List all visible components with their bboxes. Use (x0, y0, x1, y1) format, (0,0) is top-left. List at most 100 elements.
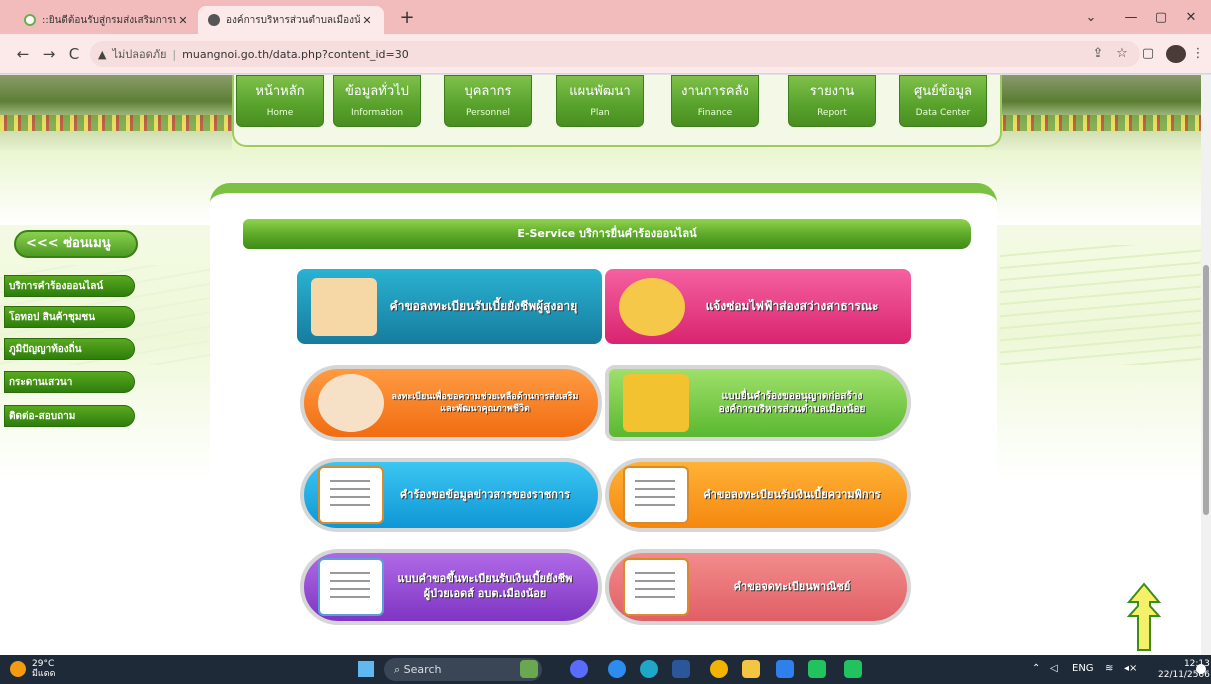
menu-label-th: รายงาน (809, 84, 855, 99)
garden-image-right (985, 75, 1211, 150)
side-panel-icon[interactable]: ▢ (1138, 44, 1158, 64)
divider: | (172, 47, 177, 61)
notification-icon[interactable] (1196, 664, 1206, 674)
service-elderly-allowance[interactable]: คำขอลงทะเบียนรับเบี้ยยังชีพผู้สูงอายุ (297, 269, 602, 344)
browser-tab-2[interactable]: องค์การบริหารส่วนตำบลเมืองน้อย อำเ ✕ (198, 6, 384, 34)
service-label: คำขอลงทะเบียนรับเบี้ยยังชีพผู้สูงอายุ (389, 299, 578, 314)
profile-avatar[interactable] (1166, 45, 1186, 63)
share-icon[interactable]: ⇪ (1088, 44, 1108, 64)
service-street-light-repair[interactable]: แจ้งซ่อมไฟฟ้าส่องสว่างสาธารณะ (605, 269, 911, 344)
scrollbar-thumb[interactable] (1203, 265, 1209, 515)
menu-information[interactable]: ข้อมูลทั่วไป Information (333, 75, 421, 127)
chrome-browser-icon[interactable] (710, 660, 728, 678)
store-app-icon[interactable] (776, 660, 794, 678)
service-disability-allowance[interactable]: คำขอลงทะเบียนรับเงินเบี้ยความพิการ (605, 458, 911, 532)
garden-image-left (0, 75, 232, 150)
sun-icon[interactable] (10, 661, 26, 677)
tab-search-button[interactable]: ⌄ (1071, 6, 1111, 30)
construction-icon (623, 374, 689, 432)
menu-label-en: Information (350, 108, 404, 118)
close-icon[interactable]: ✕ (360, 14, 374, 27)
camera-app-icon[interactable] (570, 660, 588, 678)
service-label: คำขอจดทะเบียนพาณิชย์ (733, 579, 851, 593)
pen-icon[interactable]: ◁ (1050, 663, 1058, 674)
menu-report[interactable]: รายงาน Report (788, 75, 876, 127)
weather-widget[interactable]: 29°C มีแดด (32, 659, 55, 679)
widgets-icon[interactable] (520, 660, 538, 678)
windows-start-icon[interactable] (358, 661, 374, 677)
back-button[interactable]: ← (12, 43, 34, 65)
service-label: แบบคำขอขึ้นทะเบียนรับเงินเบี้ยยังชีพ ผู้… (397, 572, 573, 600)
menu-plan[interactable]: แผนพัฒนา Plan (556, 75, 644, 127)
file-explorer-icon[interactable] (742, 660, 760, 678)
tab-title: ::ยินดีต้อนรับสู่กรมส่งเสริมการปกครอ (42, 14, 176, 26)
menu-kebab-icon[interactable]: ⋮ (1188, 44, 1208, 64)
decorative-stripes (1000, 245, 1211, 365)
new-tab-button[interactable]: + (396, 8, 418, 30)
service-aids-patient-allowance[interactable]: แบบคำขอขึ้นทะเบียนรับเงินเบี้ยยังชีพ ผู้… (300, 549, 602, 625)
sidebar-item-local-wisdom[interactable]: ภูมิปัญญาท้องถิ่น (4, 338, 135, 360)
menu-label-en: Personnel (466, 108, 510, 118)
browser-tab-bar: ::ยินดีต้อนรับสู่กรมส่งเสริมการปกครอ ✕ อ… (0, 0, 1211, 34)
volume-icon[interactable]: ◂× (1124, 663, 1137, 674)
weather-temperature: 29°C (32, 659, 55, 669)
forward-button[interactable]: → (38, 43, 60, 65)
edge-browser-icon[interactable] (640, 660, 658, 678)
globe-icon (208, 14, 220, 26)
url-text: muangnoi.go.th/data.php?content_id=30 (182, 47, 409, 61)
document-icon (623, 558, 689, 616)
service-construction-permit[interactable]: แบบยื่นคำร้องขออนุญาตก่อสร้าง องค์การบริ… (605, 365, 911, 441)
menu-home[interactable]: หน้าหลัก Home (236, 75, 324, 127)
menu-data-center[interactable]: ศูนย์ข้อมูล Data Center (899, 75, 987, 127)
line-app-icon[interactable] (844, 660, 862, 678)
page-title: E-Service บริการยื่นคำร้องออนไลน์ (243, 219, 971, 249)
service-label: คำขอลงทะเบียนรับเงินเบี้ยความพิการ (703, 487, 881, 501)
service-official-information[interactable]: คำร้องขอข้อมูลข่าวสารของราชการ (300, 458, 602, 532)
menu-label-th: ข้อมูลทั่วไป (345, 84, 409, 99)
close-window-button[interactable]: ✕ (1171, 6, 1211, 30)
back-to-top-arrow-icon[interactable] (1126, 582, 1162, 652)
hide-menu-button[interactable]: <<< ซ่อนเมนู (14, 230, 138, 258)
gear-icon (619, 277, 685, 336)
menu-label-en: Report (817, 108, 847, 118)
document-icon (318, 558, 384, 616)
search-placeholder: Search (403, 663, 442, 676)
address-bar: ← → C ▲ ไม่ปลอดภัย | muangnoi.go.th/data… (0, 34, 1211, 74)
weather-description: มีแดด (32, 669, 56, 679)
word-app-icon[interactable] (672, 660, 690, 678)
menu-label-th: ศูนย์ข้อมูล (914, 84, 972, 99)
sidebar-item-webboard[interactable]: กระดานเสวนา (4, 371, 135, 393)
sidebar-item-contact[interactable]: ติดต่อ-สอบถาม (4, 405, 135, 427)
warning-icon: ▲ (98, 47, 107, 61)
menu-label-en: Finance (697, 108, 733, 118)
service-label: แบบยื่นคำร้องขออนุญาตก่อสร้าง องค์การบริ… (718, 390, 866, 416)
page-scrollbar[interactable] (1201, 75, 1211, 655)
service-commercial-registration[interactable]: คำขอจดทะเบียนพาณิชย์ (605, 549, 911, 625)
settings-app-icon[interactable] (608, 660, 626, 678)
sidebar-item-online-request[interactable]: บริการคำร้องออนไลน์ (4, 275, 135, 297)
elderly-icon (311, 277, 377, 336)
service-label: แจ้งซ่อมไฟฟ้าส่องสว่างสาธารณะ (705, 299, 879, 314)
menu-label-en: Data Center (915, 108, 971, 118)
browser-tab-1[interactable]: ::ยินดีต้อนรับสู่กรมส่งเสริมการปกครอ ✕ (14, 6, 200, 34)
reload-button[interactable]: C (63, 43, 85, 65)
wifi-icon[interactable]: ≋ (1105, 663, 1113, 674)
sidebar-item-otop[interactable]: โอทอป สินค้าชุมชน (4, 306, 135, 328)
chevron-up-icon[interactable]: ⌃ (1032, 663, 1040, 674)
menu-personnel[interactable]: บุคลากร Personnel (444, 75, 532, 127)
line-app-icon[interactable] (808, 660, 826, 678)
language-indicator[interactable]: ENG (1072, 663, 1094, 674)
url-field[interactable]: ▲ ไม่ปลอดภัย | muangnoi.go.th/data.php?c… (90, 41, 1140, 67)
bookmark-star-icon[interactable]: ☆ (1112, 44, 1132, 64)
site-favicon-icon (24, 14, 36, 26)
service-quality-of-life[interactable]: ลงทะเบียนเพื่อขอความช่วยเหลือด้านการส่งเ… (300, 365, 602, 441)
menu-finance[interactable]: งานการคลัง Finance (671, 75, 759, 127)
menu-label-th: งานการคลัง (681, 84, 749, 99)
close-icon[interactable]: ✕ (176, 14, 190, 27)
document-icon (623, 466, 689, 524)
menu-label-th: แผนพัฒนา (569, 84, 631, 99)
tab-title: องค์การบริหารส่วนตำบลเมืองน้อย อำเ (226, 14, 360, 26)
service-label: ลงทะเบียนเพื่อขอความช่วยเหลือด้านการส่งเ… (391, 391, 579, 414)
taskbar-search[interactable]: ⌕ Search (384, 658, 542, 681)
menu-label-th: หน้าหลัก (255, 84, 305, 99)
